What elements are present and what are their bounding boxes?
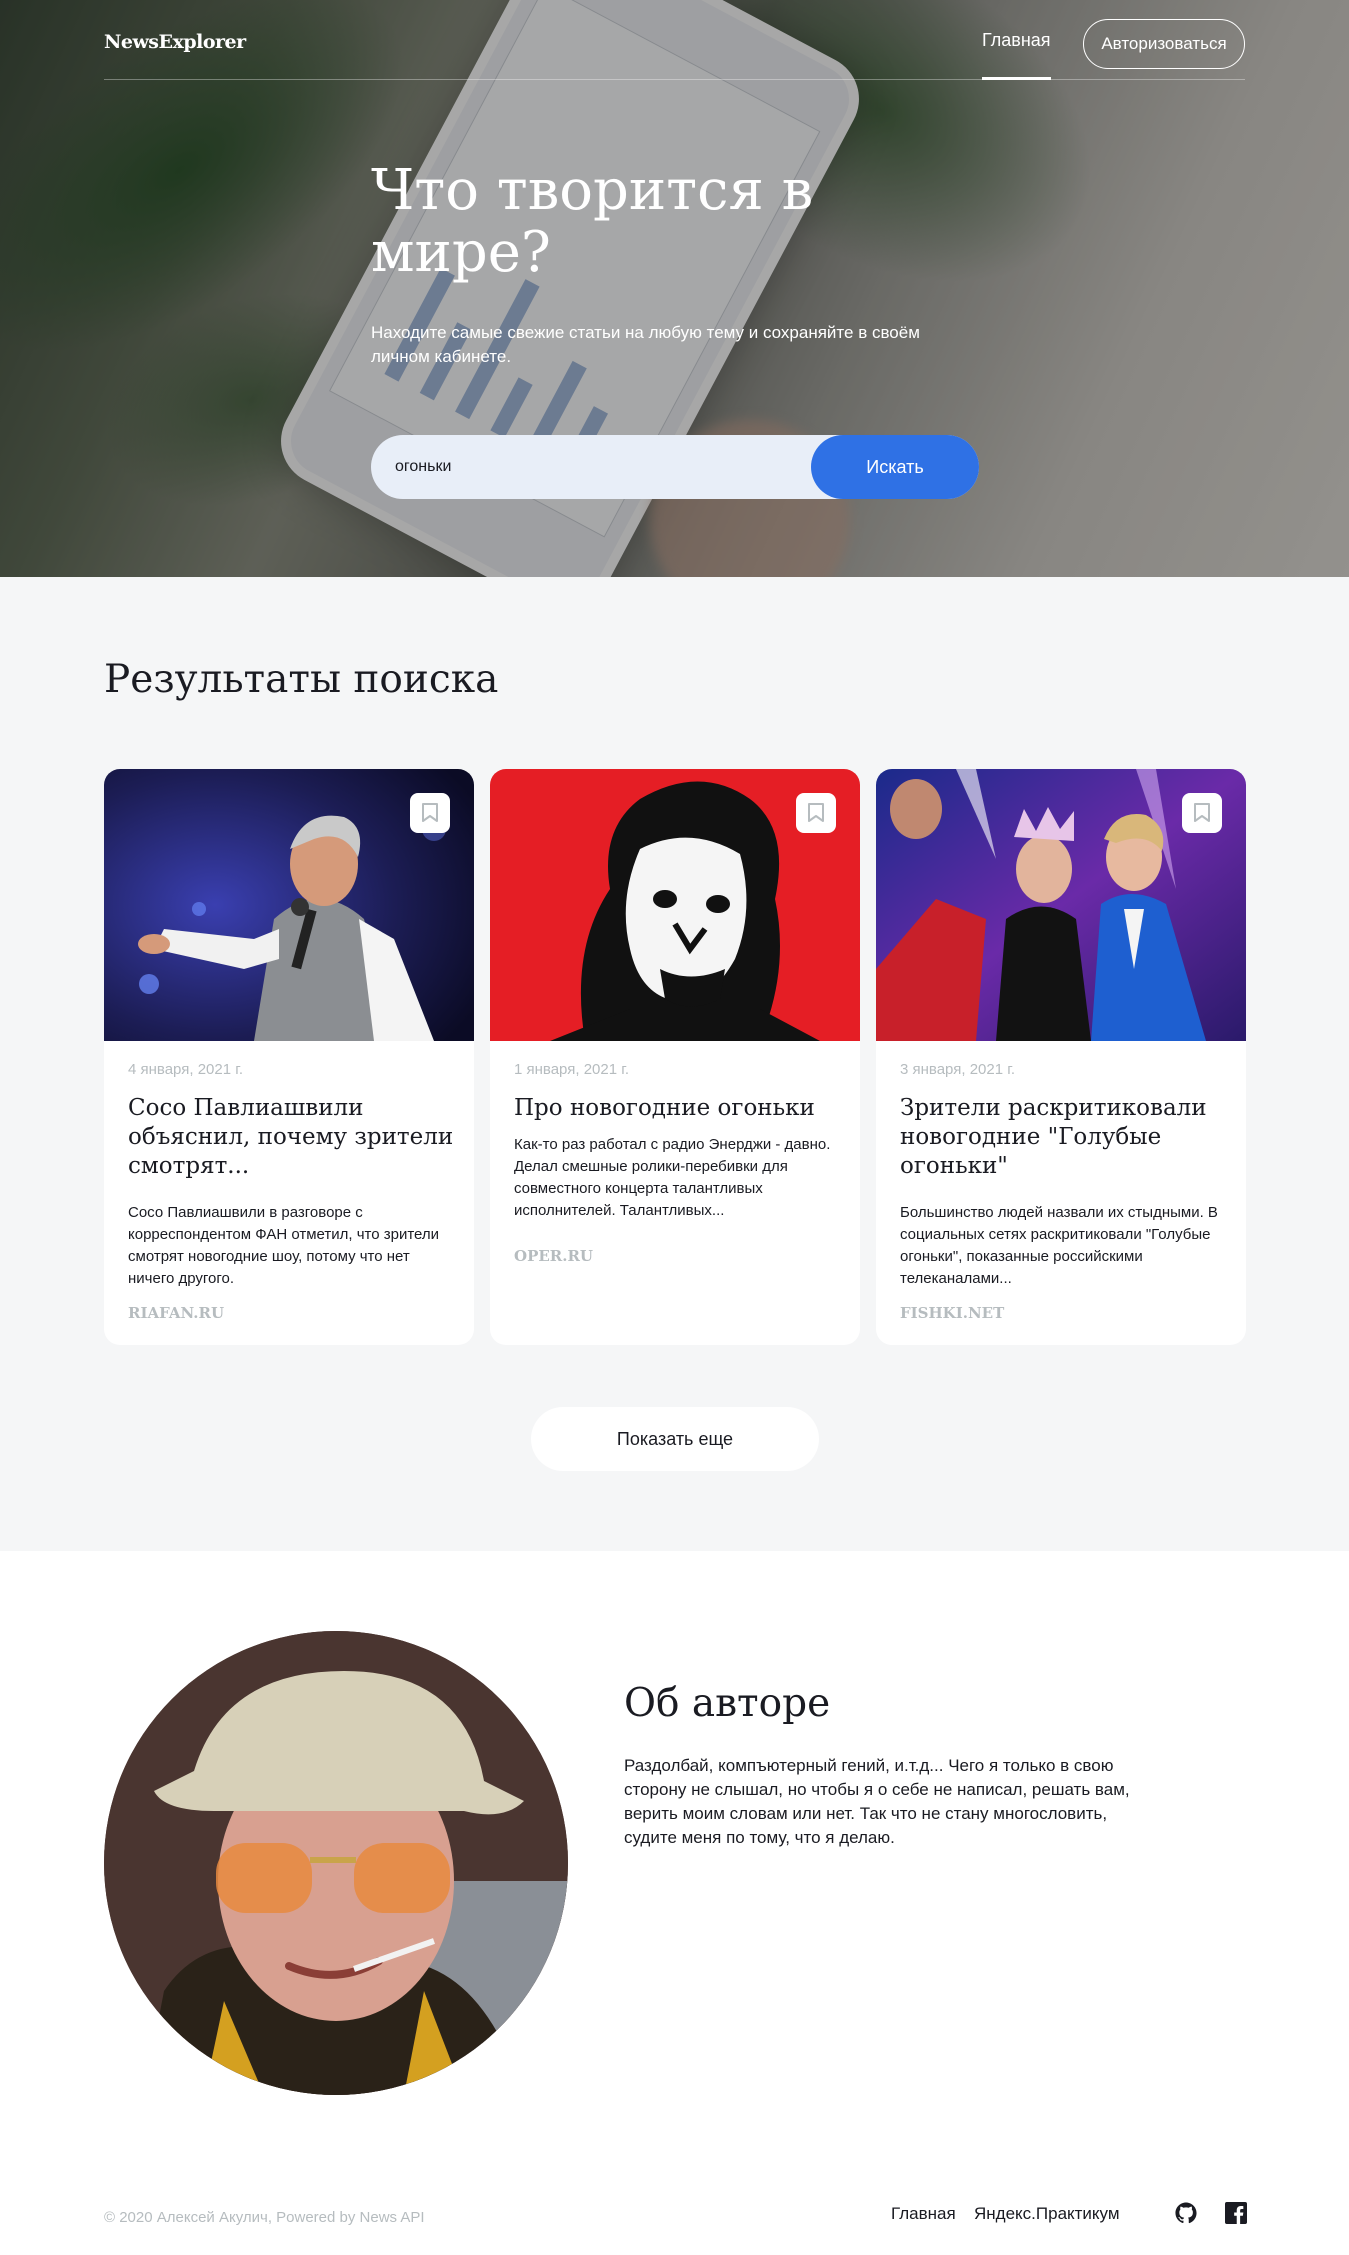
bookmark-button[interactable] xyxy=(410,793,450,833)
news-card[interactable]: 4 января, 2021 г. Сосо Павлиашвили объяс… xyxy=(104,769,474,1345)
search-form: Искать xyxy=(371,435,979,499)
logo[interactable]: NewsExplorer xyxy=(104,31,246,53)
facebook-icon xyxy=(1225,2202,1247,2224)
footer-link-home[interactable]: Главная xyxy=(891,2204,956,2224)
news-card-source: OPER.RU xyxy=(514,1247,594,1265)
bookmark-icon xyxy=(1194,803,1210,822)
news-card-text: Большинство людей назвали их стыдными. В… xyxy=(900,1204,1218,1287)
news-card-title: Про новогодние огоньки xyxy=(514,1095,815,1121)
news-card-date: 1 января, 2021 г. xyxy=(514,1061,630,1078)
about-text: Раздолбай, компъютерный гений, и.т.д... … xyxy=(624,1756,1130,1847)
search-results-section: Результаты поиска 4 января, 2021 г. Сосо… xyxy=(0,577,1349,1551)
search-button[interactable]: Искать xyxy=(811,435,979,499)
news-card-text: Сосо Павлиашвили в разговоре с корреспон… xyxy=(128,1204,440,1287)
results-title: Результаты поиска xyxy=(104,657,499,702)
news-card-text: Как-то раз работал с радио Энерджи - дав… xyxy=(514,1136,831,1219)
news-card-source: FISHKI.NET xyxy=(900,1304,1005,1322)
news-card-date: 3 января, 2021 г. xyxy=(900,1061,1016,1078)
site-header: NewsExplorer Главная Авторизоваться xyxy=(104,0,1245,80)
hero-subtitle: Находите самые свежие статьи на любую те… xyxy=(371,323,920,366)
news-card-source: RIAFAN.RU xyxy=(128,1304,225,1322)
facebook-link[interactable] xyxy=(1225,2202,1247,2224)
news-card[interactable]: 3 января, 2021 г. Зрители раскритиковали… xyxy=(876,769,1246,1345)
news-card-title: Сосо Павлиашвили объяснил, почему зрител… xyxy=(128,1095,454,1179)
show-more-button[interactable]: Показать еще xyxy=(531,1407,819,1471)
news-card[interactable]: 1 января, 2021 г. Про новогодние огоньки… xyxy=(490,769,860,1345)
about-title: Об авторе xyxy=(624,1681,831,1726)
author-avatar xyxy=(104,1631,568,2095)
about-section: Об авторе Раздолбай, компъютерный гений,… xyxy=(0,1551,1349,2255)
news-card-date: 4 января, 2021 г. xyxy=(128,1061,244,1078)
bookmark-button[interactable] xyxy=(796,793,836,833)
bookmark-icon xyxy=(422,803,438,822)
footer-copyright: © 2020 Алексей Акулич, Powered by News A… xyxy=(104,2209,425,2226)
bookmark-button[interactable] xyxy=(1182,793,1222,833)
author-photo xyxy=(104,1631,568,2095)
bookmark-icon xyxy=(808,803,824,822)
nav-link-home[interactable]: Главная xyxy=(982,30,1051,80)
news-card-title: Зрители раскритиковали новогодние "Голуб… xyxy=(900,1095,1207,1179)
hero-title: Что творится в мире? xyxy=(371,158,814,285)
github-link[interactable] xyxy=(1175,2202,1197,2224)
github-icon xyxy=(1175,2202,1197,2224)
footer-link-praktikum[interactable]: Яндекс.Практикум xyxy=(974,2204,1120,2224)
hero-section: NewsExplorer Главная Авторизоваться Что … xyxy=(0,0,1349,577)
login-button[interactable]: Авторизоваться xyxy=(1083,19,1245,69)
